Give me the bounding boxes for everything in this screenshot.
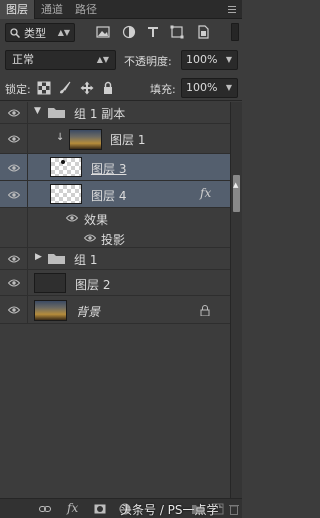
trash-icon[interactable] bbox=[228, 503, 240, 515]
layer-name: 图层 1 bbox=[110, 133, 146, 147]
fill-field[interactable]: 100% ▼ bbox=[181, 78, 238, 98]
tab-channels[interactable]: 通道 bbox=[35, 0, 69, 19]
effects-label: 效果 bbox=[84, 213, 109, 227]
lock-label: 锁定: bbox=[5, 83, 31, 96]
layer-thumbnail bbox=[34, 273, 66, 293]
layer-name: 组 1 bbox=[74, 253, 98, 267]
expand-triangle-right-icon[interactable]: ▶ bbox=[35, 252, 42, 262]
fill-label: 填充: bbox=[150, 83, 176, 96]
filter-toggle[interactable] bbox=[231, 23, 239, 41]
visibility-toggle[interactable] bbox=[0, 124, 28, 153]
eye-icon bbox=[8, 191, 20, 199]
eye-icon[interactable] bbox=[84, 234, 96, 242]
layer-name: 图层 4 bbox=[91, 189, 127, 203]
eye-icon bbox=[8, 255, 20, 263]
clipping-arrow-icon: ↓ bbox=[56, 132, 65, 143]
layer-thumbnail bbox=[50, 157, 82, 177]
new-group-icon[interactable] bbox=[192, 503, 204, 515]
blend-mode-select[interactable]: 正常 ▲▼ bbox=[5, 50, 116, 70]
layer-thumbnail bbox=[50, 184, 82, 204]
shape-filter-icon[interactable] bbox=[170, 25, 184, 39]
eye-icon bbox=[8, 109, 20, 117]
expand-triangle-down-icon[interactable]: ▼ bbox=[34, 106, 41, 116]
visibility-toggle[interactable] bbox=[0, 270, 28, 295]
smart-object-filter-icon[interactable] bbox=[196, 25, 210, 39]
filter-kind-select[interactable]: 类型 ▲▼ bbox=[5, 23, 75, 42]
adjustment-filter-icon[interactable] bbox=[122, 25, 136, 39]
visibility-toggle[interactable] bbox=[0, 102, 28, 123]
layer-name: 组 1 副本 bbox=[74, 107, 126, 121]
lock-position-icon[interactable] bbox=[80, 81, 94, 95]
layer-name: 图层 3 bbox=[91, 162, 127, 176]
opacity-label: 不透明度: bbox=[124, 55, 172, 68]
layer-row-layer3[interactable]: 图层 3 bbox=[0, 154, 230, 181]
tab-paths[interactable]: 路径 bbox=[69, 0, 103, 19]
layer-row-layer4[interactable]: 图层 4 fx bbox=[0, 181, 230, 208]
eye-icon bbox=[8, 279, 20, 287]
type-filter-icon[interactable] bbox=[146, 25, 160, 39]
new-layer-icon[interactable] bbox=[212, 503, 224, 515]
blend-mode-value: 正常 bbox=[12, 53, 34, 66]
eye-icon[interactable] bbox=[66, 214, 78, 222]
drop-shadow-label: 投影 bbox=[101, 233, 126, 247]
layer-row-background[interactable]: 背景 bbox=[0, 296, 230, 324]
image-filter-icon[interactable] bbox=[96, 25, 110, 39]
panel-menu-icon[interactable] bbox=[228, 0, 242, 19]
folder-icon bbox=[48, 108, 65, 118]
layer-row-group1[interactable]: ▶ 组 1 bbox=[0, 248, 230, 270]
chevron-updown-icon: ▲▼ bbox=[57, 28, 70, 37]
lock-row: 锁定: 填充: 100% ▼ bbox=[0, 73, 242, 101]
opacity-field[interactable]: 100% ▼ bbox=[181, 50, 238, 70]
fx-badge[interactable]: fx bbox=[200, 186, 211, 200]
visibility-toggle[interactable] bbox=[0, 181, 28, 207]
layer-name: 图层 2 bbox=[75, 278, 111, 292]
blend-row: 正常 ▲▼ 不透明度: 100% ▼ bbox=[0, 45, 242, 73]
panel-tabs: 图层 通道 路径 bbox=[0, 0, 242, 19]
link-icon[interactable] bbox=[39, 503, 51, 515]
fx-icon[interactable]: fx bbox=[67, 501, 78, 515]
mask-icon[interactable] bbox=[94, 503, 106, 515]
filter-kind-label: 类型 bbox=[24, 26, 46, 40]
layer-thumbnail bbox=[69, 129, 102, 150]
visibility-toggle[interactable] bbox=[0, 154, 28, 180]
eye-icon bbox=[8, 306, 20, 314]
layers-list: ▼ 组 1 副本 ↓ 图层 1 图层 3 图层 4 fx 效果 投影 ▶ 组 1… bbox=[0, 102, 242, 498]
visibility-toggle[interactable] bbox=[0, 296, 28, 323]
eye-column bbox=[0, 208, 28, 228]
layer-row-layer1[interactable]: ↓ 图层 1 bbox=[0, 124, 230, 154]
scroll-up-arrow-icon[interactable]: ▲ bbox=[233, 181, 238, 189]
lock-all-icon[interactable] bbox=[101, 81, 115, 95]
layer-thumbnail bbox=[34, 300, 67, 321]
folder-icon bbox=[48, 254, 65, 264]
lock-icon bbox=[200, 305, 210, 316]
fill-value: 100% bbox=[186, 81, 218, 94]
layer-row-group-copy[interactable]: ▼ 组 1 副本 bbox=[0, 102, 230, 124]
eye-icon bbox=[8, 135, 20, 143]
lock-pixels-icon[interactable] bbox=[58, 81, 72, 95]
drop-shadow-row[interactable]: 投影 bbox=[0, 228, 230, 248]
opacity-value: 100% bbox=[186, 53, 218, 66]
eye-column bbox=[0, 228, 28, 247]
search-icon bbox=[10, 27, 20, 38]
effects-row[interactable]: 效果 bbox=[0, 208, 230, 228]
bottom-bar: fx 头条号 / PS一点学 bbox=[0, 498, 242, 518]
layer-name: 背景 bbox=[76, 305, 101, 319]
lock-transparent-icon[interactable] bbox=[37, 81, 51, 95]
layer-row-layer2[interactable]: 图层 2 bbox=[0, 270, 230, 296]
chevron-updown-icon: ▲▼ bbox=[96, 55, 109, 64]
filter-row: 类型 ▲▼ bbox=[0, 19, 242, 45]
chevron-down-icon[interactable]: ▼ bbox=[226, 79, 232, 97]
chevron-down-icon[interactable]: ▼ bbox=[226, 51, 232, 69]
layers-scrollbar[interactable]: ▲ bbox=[230, 102, 242, 498]
visibility-toggle[interactable] bbox=[0, 248, 28, 269]
eye-icon bbox=[8, 164, 20, 172]
tab-layers[interactable]: 图层 bbox=[0, 0, 35, 19]
